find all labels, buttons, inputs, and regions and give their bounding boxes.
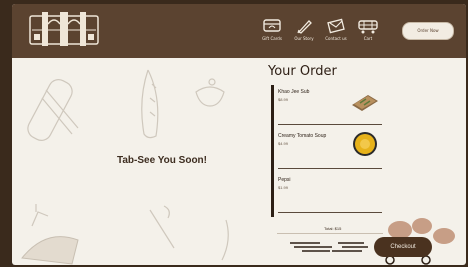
order-item[interactable]: Creamy Tomato Soup $4.99 — [278, 129, 382, 169]
checkout-button[interactable]: Checkout — [374, 237, 432, 257]
nav-label: Contact us — [325, 36, 347, 41]
item-price: $8.99 — [278, 97, 289, 102]
pen-icon — [297, 20, 312, 34]
nav-contact-us[interactable]: Contact us — [318, 18, 354, 41]
item-divider — [278, 212, 382, 213]
order-total: Total: $15 — [324, 226, 342, 231]
sub-sandwich-image — [352, 95, 378, 111]
item-name: Creamy Tomato Soup — [278, 133, 327, 139]
cart-icon — [358, 20, 378, 34]
gift-card-icon — [263, 19, 281, 32]
tomato-soup-image — [353, 132, 377, 156]
restaurant-logo[interactable] — [28, 10, 100, 50]
order-title: Your Order — [268, 64, 337, 79]
item-divider — [278, 168, 382, 169]
item-price: $1.99 — [278, 185, 289, 190]
kiosk-screen: Gift Cards Our Story Contact us Cart Ord… — [12, 4, 466, 265]
nav-our-story[interactable]: Our Story — [286, 18, 322, 41]
order-item[interactable]: Pepsi $1.99 — [278, 173, 382, 213]
item-name: Pepsi — [278, 177, 291, 183]
header-bar: Gift Cards Our Story Contact us Cart Ord… — [12, 4, 466, 58]
item-name: Khao Jee Sub — [278, 89, 310, 95]
nav-label: Gift Cards — [262, 36, 282, 41]
order-item[interactable]: Khao Jee Sub $8.99 — [278, 85, 382, 125]
envelope-icon — [327, 18, 345, 34]
nav-cart[interactable]: Cart — [350, 18, 386, 41]
farewell-message: Tab-See You Soon! — [116, 155, 207, 166]
order-now-button[interactable]: Order Now — [402, 22, 454, 40]
item-divider — [278, 124, 382, 125]
order-list: Khao Jee Sub $8.99 Creamy Tomato Soup $4… — [271, 85, 386, 217]
nav-label: Cart — [363, 36, 373, 41]
nav-label: Our Story — [294, 36, 314, 41]
item-price: $4.99 — [278, 141, 289, 146]
total-divider — [277, 233, 383, 234]
nav-gift-cards[interactable]: Gift Cards — [254, 18, 290, 41]
